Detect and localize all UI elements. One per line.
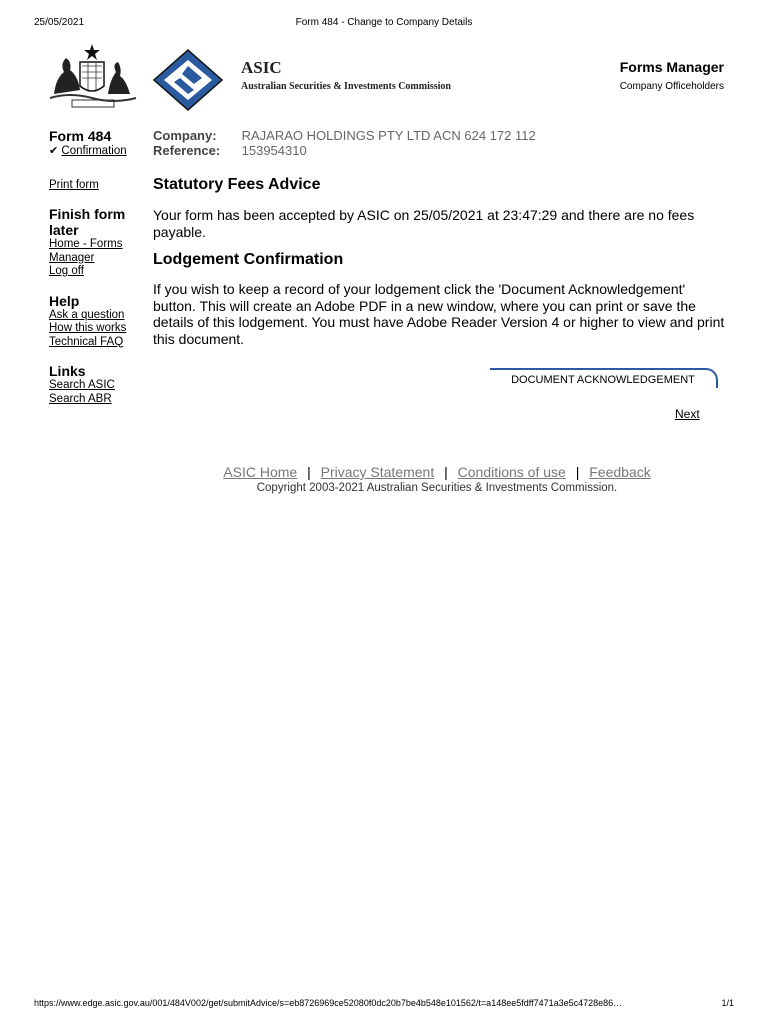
asic-home-link[interactable]: ASIC Home [223,464,297,480]
ask-question-link[interactable]: Ask a question [49,309,141,323]
help-heading: Help [49,292,80,309]
fees-heading: Statutory Fees Advice [153,176,321,193]
confirmation-link[interactable]: Confirmation [61,145,126,157]
print-header: 25/05/2021 Form 484 - Change to Company … [0,17,768,31]
reference-label: Reference: [153,143,221,158]
document-acknowledgement-button[interactable]: DOCUMENT ACKNOWLEDGEMENT [490,368,718,388]
privacy-statement-link[interactable]: Privacy Statement [321,464,435,480]
fees-text: Your form has been accepted by ASIC on 2… [153,207,695,240]
lodgement-heading: Lodgement Confirmation [153,251,344,268]
confirmation-item: ✔ Confirmation [49,144,141,159]
search-abr-link[interactable]: Search ABR [49,393,141,407]
sidebar: Form 484 ✔ Confirmation Print form Finis… [49,128,141,406]
company-row: Company: RAJARAO HOLDINGS PTY LTD ACN 62… [153,128,728,143]
how-this-works-link[interactable]: How this works [49,322,141,336]
copyright: Copyright 2003-2021 Australian Securitie… [256,482,618,494]
coat-of-arms-logo [49,44,137,108]
form-heading: Form 484 [49,128,112,144]
check-icon: ✔ [49,145,59,157]
company-value: RAJARAO HOLDINGS PTY LTD ACN 624 172 112 [241,128,536,143]
brand-name: ASIC [241,58,282,77]
asic-logo [152,48,224,112]
footer-separator: | [307,464,311,480]
lodgement-text: If you wish to keep a record of your lod… [153,281,725,347]
reference-value: 153954310 [241,143,307,158]
feedback-link[interactable]: Feedback [589,464,650,480]
footer-separator: | [444,464,448,480]
next-link[interactable]: Next [675,407,700,421]
search-asic-link[interactable]: Search ASIC [49,379,141,393]
reference-row: Reference: 153954310 [153,143,728,158]
conditions-of-use-link[interactable]: Conditions of use [458,464,566,480]
log-off-link[interactable]: Log off [49,265,141,279]
technical-faq-link[interactable]: Technical FAQ [49,336,141,350]
main-content: Company: RAJARAO HOLDINGS PTY LTD ACN 62… [153,128,728,421]
finish-later-heading: Finish form later [49,206,126,238]
forms-manager-title: Forms Manager [619,59,724,75]
print-footer: https://www.edge.asic.gov.au/001/484V002… [34,998,734,1010]
page-number: 1/1 [721,998,734,1008]
home-forms-manager-link[interactable]: Home - Forms Manager [49,238,141,265]
company-label: Company: [153,128,217,143]
footer-separator: | [575,464,580,480]
print-title: Form 484 - Change to Company Details [295,17,473,28]
footer-links: ASIC Home | Privacy Statement | Conditio… [0,464,768,480]
forms-manager-subtitle: Company Officeholders [619,81,724,92]
links-heading: Links [49,363,86,379]
print-url: https://www.edge.asic.gov.au/001/484V002… [34,998,623,1008]
brand-full-name: Australian Securities & Investments Comm… [241,81,451,92]
print-form-link[interactable]: Print form [49,179,141,193]
